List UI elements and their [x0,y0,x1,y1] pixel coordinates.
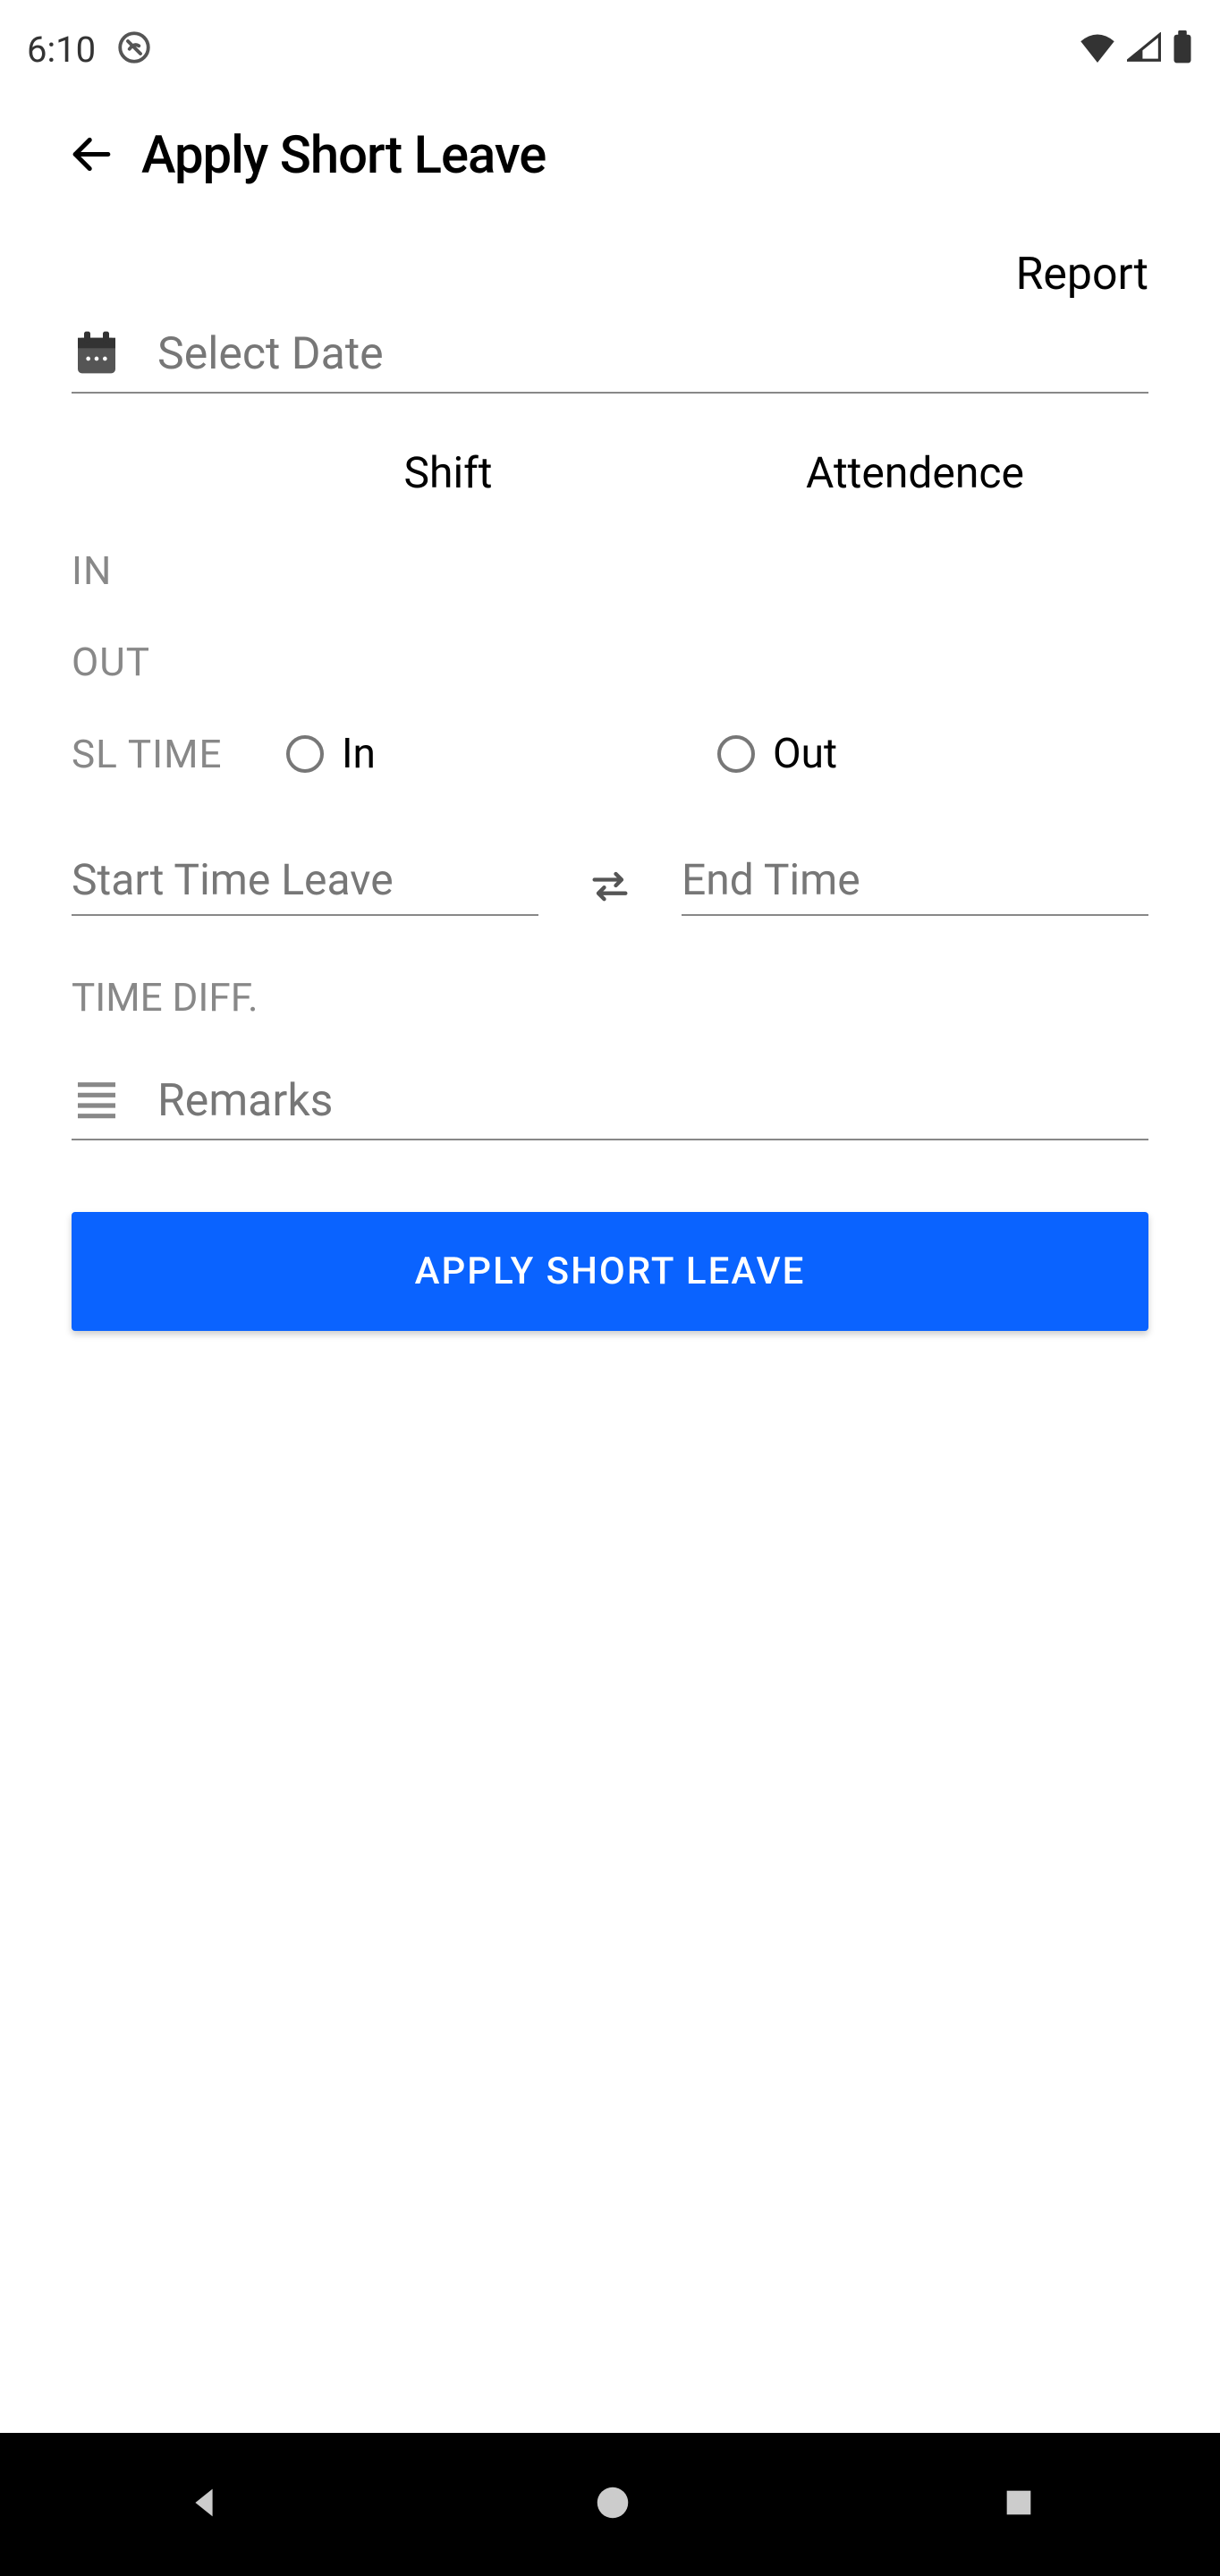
status-right [1079,30,1193,68]
start-time-input[interactable]: Start Time Leave [72,854,538,916]
end-time-input[interactable]: End Time [682,854,1148,916]
android-nav-bar [0,2433,1220,2576]
radio-out-group[interactable]: Out [717,730,1148,778]
radio-in-label: In [342,730,376,778]
row-in: IN [72,525,1148,616]
in-label: IN [72,547,286,594]
columns-header: Shift Attendence [72,420,1148,525]
radio-in-group[interactable]: In [286,730,717,778]
out-label: OUT [72,639,286,685]
apply-short-leave-button[interactable]: APPLY SHORT LEAVE [72,1212,1148,1331]
calendar-icon [72,327,122,381]
nav-recent-icon[interactable] [1001,2485,1037,2524]
row-out: OUT [72,616,1148,708]
attendance-column-header: Attendence [682,447,1148,498]
time-diff-label: TIME DIFF. [72,952,1148,1074]
radio-in-icon [286,735,324,773]
nav-home-icon[interactable] [592,2482,633,2527]
radio-out-label: Out [773,730,837,778]
empty-header [72,447,215,498]
remarks-lines-icon [72,1074,122,1128]
battery-icon [1172,30,1193,68]
status-time: 6:10 [27,29,96,71]
content-area: Report Select Date Shift Attendence IN O… [0,213,1220,2433]
date-field[interactable]: Select Date [72,327,1148,394]
status-left: 6:10 [27,29,153,71]
wifi-icon [1079,32,1116,66]
row-sltime: SL TIME In Out [72,708,1148,801]
back-arrow-icon[interactable] [67,130,116,182]
app-bar: Apply Short Leave [0,98,1220,213]
radio-out-icon [717,735,755,773]
shift-column-header: Shift [215,447,682,498]
remarks-placeholder: Remarks [157,1075,333,1127]
nav-back-icon[interactable] [183,2482,225,2527]
signal-icon [1127,32,1161,66]
dnd-icon [115,29,153,70]
swap-icon [583,866,637,905]
sltime-label: SL TIME [72,731,286,777]
date-placeholder: Select Date [157,328,384,380]
time-row: Start Time Leave End Time [72,854,1148,916]
report-link[interactable]: Report [72,213,1148,327]
remarks-field[interactable]: Remarks [72,1074,1148,1140]
page-title: Apply Short Leave [141,125,546,186]
status-bar: 6:10 [0,0,1220,98]
